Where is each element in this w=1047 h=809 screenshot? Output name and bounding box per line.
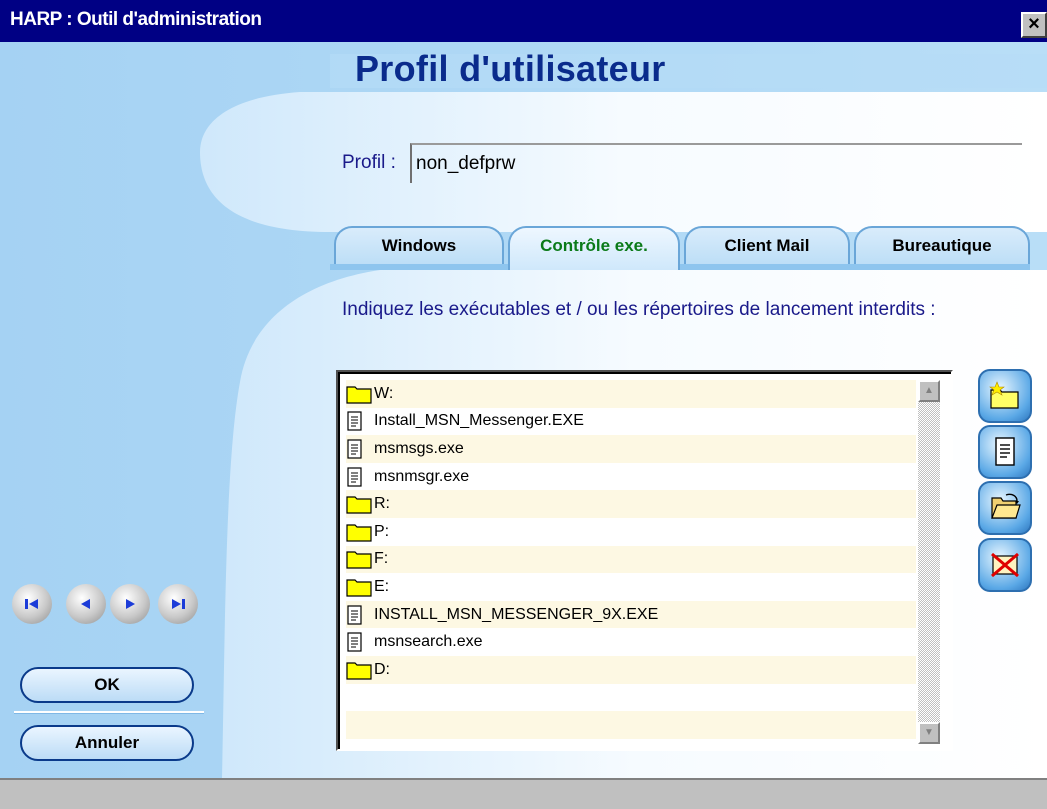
next-record-icon	[126, 599, 135, 609]
list-item-empty	[346, 711, 916, 739]
scroll-up-button[interactable]: ▲	[918, 380, 940, 402]
list-item[interactable]: W:	[346, 380, 916, 408]
list-item[interactable]: D:	[346, 655, 916, 684]
list-item[interactable]: F:	[346, 545, 916, 574]
new-file-icon	[995, 437, 1015, 466]
add-folder-button[interactable]	[978, 369, 1032, 423]
folder-icon	[346, 659, 374, 681]
folder-icon	[346, 383, 374, 405]
scroll-down-button[interactable]: ▼	[918, 722, 940, 744]
folder-icon	[346, 548, 374, 570]
list-item-label: W:	[374, 384, 394, 402]
list-item-label: R:	[374, 495, 390, 513]
delete-button[interactable]	[978, 538, 1032, 592]
last-record-button[interactable]	[158, 584, 198, 624]
profile-input[interactable]	[410, 143, 1022, 183]
close-icon: ×	[1028, 13, 1040, 35]
list-item[interactable]: msnsearch.exe	[346, 628, 916, 656]
folder-icon	[346, 521, 374, 543]
list-item-label: Install_MSN_Messenger.EXE	[374, 412, 584, 430]
list-item[interactable]: Install_MSN_Messenger.EXE	[346, 408, 916, 436]
cancel-button[interactable]: Annuler	[20, 725, 194, 761]
list-item-label: D:	[374, 660, 390, 678]
app-window: HARP : Outil d'administration × Profil d…	[0, 0, 1047, 809]
instructions-text: Indiquez les exécutables et / ou les rép…	[342, 299, 936, 320]
list-item[interactable]: msnmsgr.exe	[346, 463, 916, 491]
list-item[interactable]: INSTALL_MSN_MESSENGER_9X.EXE	[346, 600, 916, 629]
tab-controle-exe[interactable]: Contrôle exe.	[508, 226, 680, 270]
file-icon	[346, 604, 374, 626]
file-icon	[346, 466, 374, 488]
list-item[interactable]: P:	[346, 518, 916, 546]
next-record-button[interactable]	[110, 584, 150, 624]
arrow-down-icon: ▼	[924, 727, 934, 738]
list-item-label: P:	[374, 522, 390, 540]
list-item-label: INSTALL_MSN_MESSENGER_9X.EXE	[374, 605, 659, 623]
folder-icon	[346, 576, 374, 598]
previous-record-button[interactable]	[66, 584, 106, 624]
first-record-button[interactable]	[12, 584, 52, 624]
list-item-label: msnmsgr.exe	[374, 467, 470, 485]
vertical-scrollbar[interactable]: ▲ ▼	[918, 380, 940, 744]
add-file-button[interactable]	[978, 425, 1032, 479]
file-icon	[346, 438, 374, 460]
previous-record-icon	[81, 599, 90, 609]
list-item-label: F:	[374, 550, 389, 568]
forbidden-list-items: W: Install_MSN_Messenger.EXE msmsgs.exe …	[346, 380, 916, 744]
list-item-label: msnsearch.exe	[374, 633, 483, 651]
window-title: HARP : Outil d'administration	[10, 9, 262, 30]
ok-button[interactable]: OK	[20, 667, 194, 703]
page-title: Profil d'utilisateur	[355, 48, 666, 89]
folder-icon	[346, 493, 374, 515]
list-item-label: msmsgs.exe	[374, 439, 464, 457]
last-record-icon	[172, 599, 185, 609]
file-icon	[346, 410, 374, 432]
tab-strip	[330, 264, 1030, 270]
file-icon	[346, 631, 374, 653]
new-folder-icon	[989, 381, 1019, 409]
list-item[interactable]: E:	[346, 573, 916, 601]
list-item[interactable]: R:	[346, 490, 916, 518]
first-record-icon	[25, 599, 38, 609]
list-item[interactable]: msmsgs.exe	[346, 435, 916, 463]
button-divider	[14, 711, 204, 714]
close-button[interactable]: ×	[1021, 12, 1047, 38]
title-bar: HARP : Outil d'administration ×	[0, 0, 1047, 42]
open-folder-icon	[991, 493, 1021, 519]
delete-icon	[991, 552, 1019, 578]
list-item-empty	[346, 684, 916, 712]
status-bar	[0, 778, 1047, 809]
profile-label: Profil :	[342, 152, 396, 173]
arrow-up-icon: ▲	[924, 385, 934, 396]
forbidden-list[interactable]: W: Install_MSN_Messenger.EXE msmsgs.exe …	[336, 370, 953, 751]
browse-folder-button[interactable]	[978, 481, 1032, 535]
list-item-label: E:	[374, 577, 390, 595]
